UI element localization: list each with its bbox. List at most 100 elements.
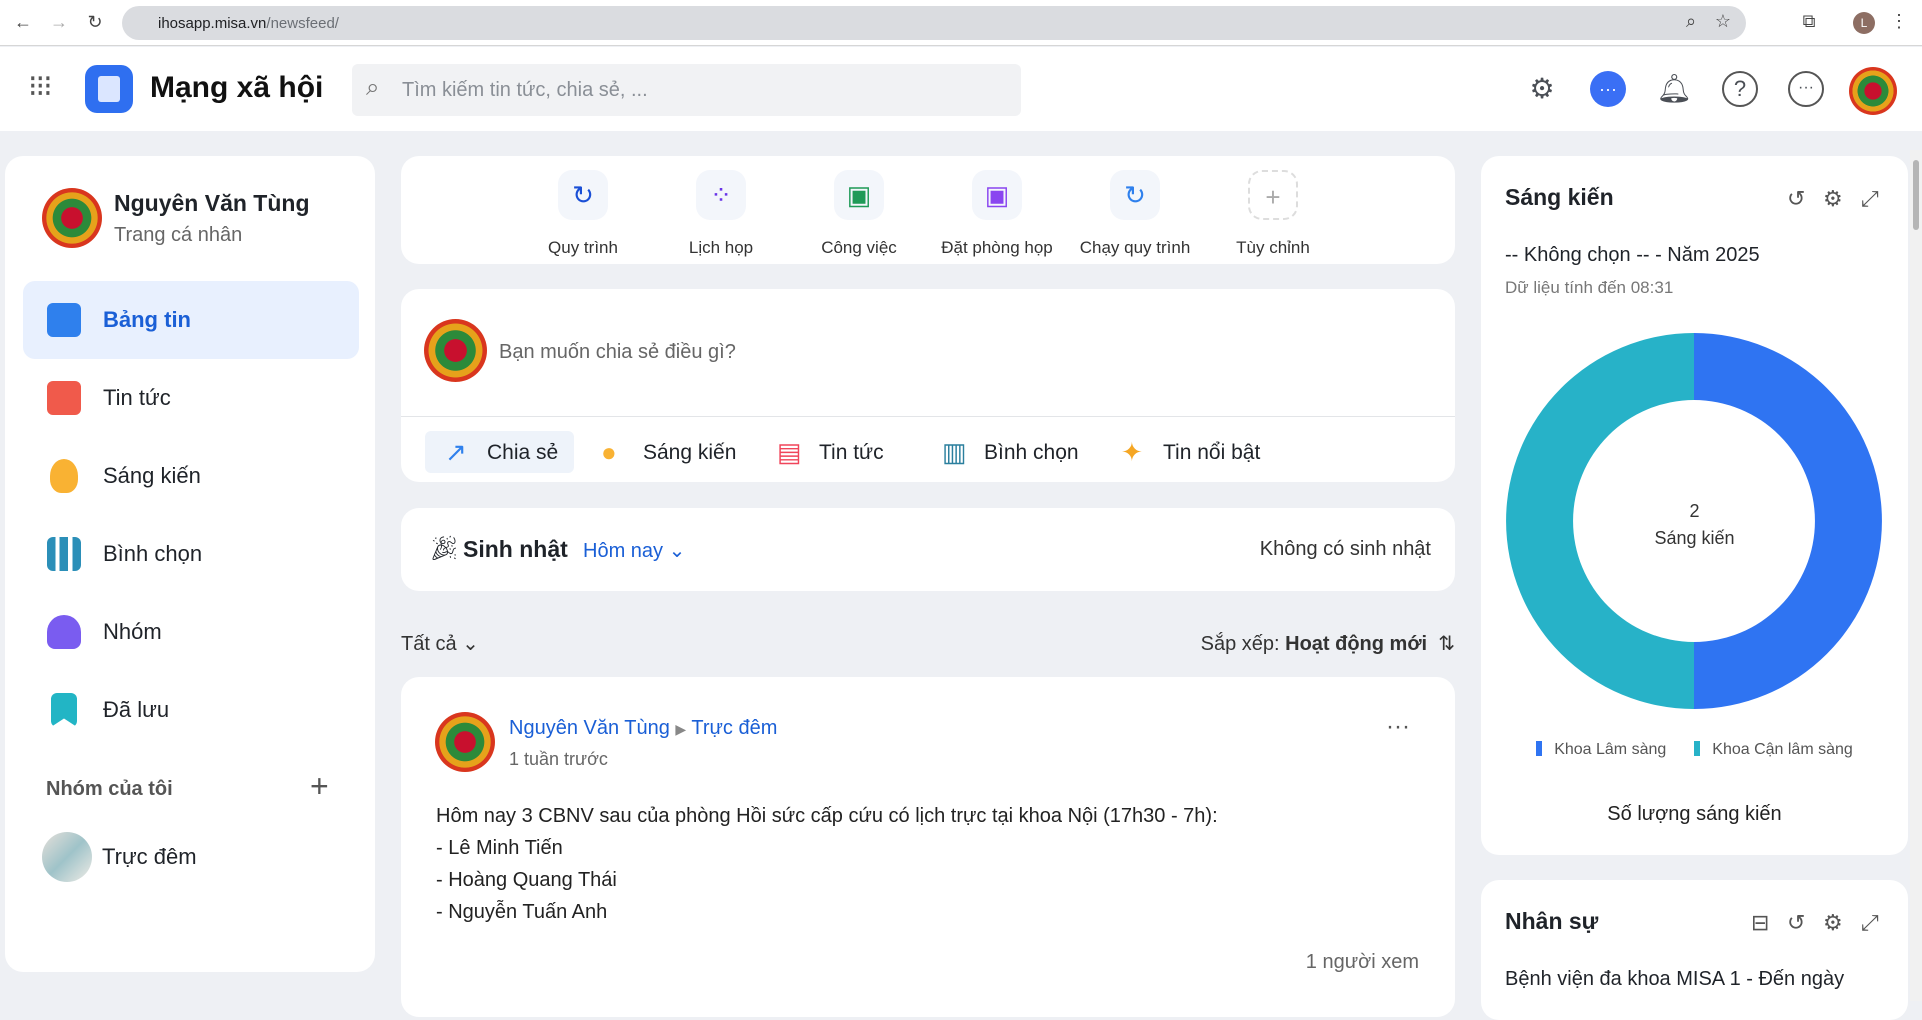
sort-value: Hoạt động mới	[1285, 633, 1428, 655]
profile-avatar[interactable]	[42, 188, 102, 248]
expand-icon[interactable]: ⤢	[1861, 186, 1879, 212]
composer-action-1[interactable]: ● Sáng kiến	[581, 431, 752, 473]
add-group-icon[interactable]: +	[310, 768, 329, 805]
chart-legend: Khoa Lâm sàng Khoa Cận lâm sàng	[1481, 741, 1908, 759]
reload-icon[interactable]: ↻	[84, 12, 106, 33]
action-icon: ▤	[777, 437, 802, 467]
refresh-icon[interactable]: ↺	[1787, 186, 1805, 212]
updated-time: Dữ liệu tính đến 08:31	[1505, 278, 1674, 297]
group-avatar[interactable]	[42, 832, 92, 882]
widget-subtitle: Bệnh viện đa khoa MISA 1 - Đến ngày	[1505, 968, 1845, 990]
legend-swatch	[1694, 741, 1701, 756]
menu-icon[interactable]: ⋮	[1888, 11, 1910, 32]
feed-filter[interactable]: Tất cả ⌄	[401, 631, 479, 656]
back-icon[interactable]: ←	[12, 12, 34, 33]
user-avatar[interactable]	[1849, 67, 1897, 115]
expand-icon[interactable]: ⤢	[1861, 910, 1879, 936]
main-feed: ↻ Quy trình ⁘ Lịch họp ▣ Công việc ▣ Đặt phòng …	[401, 156, 1455, 1017]
view-count[interactable]: 1 người xem	[1306, 951, 1419, 974]
label: Sáng kiến	[103, 463, 201, 488]
composer-action-0[interactable]: ↗ Chia sẻ	[425, 431, 575, 473]
group-link[interactable]: Trực đêm	[691, 717, 777, 739]
filter-label: Tất cả	[401, 633, 457, 655]
forward-icon[interactable]: →	[48, 12, 70, 33]
sort-icon: ⇅	[1438, 633, 1455, 655]
action-label: Tin tức	[819, 441, 884, 464]
shortcut-2[interactable]: ▣ Công việc	[789, 156, 929, 258]
widget-filter[interactable]: -- Không chọn -- - Năm 2025	[1505, 244, 1760, 267]
shortcut-label: Chạy quy trình	[1079, 238, 1191, 257]
shortcut-label: Đặt phòng họp	[941, 238, 1053, 257]
widget-title: Sáng kiến	[1505, 184, 1614, 210]
sidebar-item-nhom[interactable]: Nhóm	[23, 593, 359, 671]
legend-label: Khoa Cận lâm sàng	[1712, 741, 1853, 758]
sidebar-item-tin-tuc[interactable]: Tin tức	[23, 359, 359, 437]
bookmark-icon	[51, 693, 77, 727]
shortcut-icon: ▣	[972, 170, 1022, 220]
legend-item[interactable]: Khoa Lâm sàng	[1536, 741, 1666, 758]
shortcut-1[interactable]: ⁘ Lịch họp	[651, 156, 791, 258]
author-avatar[interactable]	[435, 712, 495, 772]
sort-control[interactable]: Sắp xếp: Hoạt động mới ⇅	[1201, 631, 1455, 656]
star-icon[interactable]: ☆	[1712, 11, 1734, 32]
shortcut-5[interactable]: + Tùy chỉnh	[1203, 156, 1343, 258]
shortcut-label: Công việc	[821, 238, 897, 257]
shortcut-label: Quy trình	[548, 238, 618, 257]
chevron-down-icon: ⌄	[462, 633, 479, 655]
more-options-icon[interactable]: ···	[1386, 713, 1410, 741]
profile-name[interactable]: Nguyên Văn Tùng	[114, 190, 310, 217]
post-time: 1 tuần trước	[509, 749, 608, 769]
group-item-truc-dem[interactable]: Trực đêm	[102, 844, 197, 870]
layout-icon[interactable]: ⊟	[1751, 910, 1769, 936]
composer-action-4[interactable]: ✦ Tin nổi bật	[1101, 431, 1276, 473]
url-path: /newsfeed/	[266, 15, 339, 32]
composer-input[interactable]: Bạn muốn chia sẻ điều gì?	[499, 341, 736, 364]
sidebar-item-da-luu[interactable]: Đã lưu	[23, 671, 359, 749]
filter-label: Hôm nay	[583, 540, 664, 562]
shortcut-4[interactable]: ↻ Chạy quy trình	[1065, 156, 1205, 258]
sidebar-item-binh-chon[interactable]: Bình chọn	[23, 515, 359, 593]
action-label: Chia sẻ	[487, 441, 559, 464]
shortcut-icon: ▣	[834, 170, 884, 220]
search-input[interactable]: ⌕ Tìm kiếm tin tức, chia sẻ, ...	[352, 64, 1021, 116]
bell-icon[interactable]: 🔔︎	[1656, 71, 1692, 107]
action-icon: ✦	[1121, 437, 1143, 467]
chevron-down-icon: ⌄	[668, 540, 686, 562]
user-avatar	[424, 319, 487, 382]
url-host: ihosapp.misa.vn	[158, 15, 267, 32]
page-scrollbar[interactable]	[1910, 150, 1922, 1001]
sidebar-item-sang-kien[interactable]: Sáng kiến	[23, 437, 359, 515]
legend-item[interactable]: Khoa Cận lâm sàng	[1694, 741, 1853, 758]
help-icon[interactable]: ?	[1722, 71, 1758, 107]
author-link[interactable]: Nguyên Văn Tùng	[509, 717, 670, 739]
action-icon: ●	[601, 437, 617, 467]
gear-icon[interactable]: ⚙	[1823, 186, 1843, 212]
post-header: Nguyên Văn Tùng ▶ Trực đêm	[509, 717, 777, 740]
profile-avatar[interactable]: L	[1853, 12, 1875, 34]
composer-action-3[interactable]: ▥ Bình chọn	[922, 431, 1095, 473]
extension-icon[interactable]: ⧉	[1798, 11, 1820, 32]
scrollbar-thumb[interactable]	[1913, 160, 1919, 230]
label: Bình chọn	[103, 541, 203, 566]
more-icon[interactable]: ···	[1788, 71, 1824, 107]
chart-icon	[47, 537, 81, 571]
shortcut-3[interactable]: ▣ Đặt phòng họp	[927, 156, 1067, 258]
profile-link[interactable]: Trang cá nhân	[114, 224, 242, 247]
composer-action-2[interactable]: ▤ Tin tức	[757, 431, 900, 473]
shortcut-icon: +	[1248, 170, 1298, 220]
chat-icon[interactable]: ···	[1590, 71, 1626, 107]
gear-icon[interactable]: ⚙	[1823, 910, 1843, 936]
address-bar[interactable]: ihosapp.misa.vn/newsfeed/	[122, 6, 1746, 40]
post-line: - Nguyễn Tuấn Anh	[436, 901, 608, 923]
gear-icon[interactable]: ⚙	[1524, 71, 1560, 107]
zoom-icon[interactable]: ⌕	[1680, 11, 1702, 32]
sidebar-item-bang-tin[interactable]: Bảng tin	[23, 281, 359, 359]
center-label: Sáng kiến	[1654, 528, 1735, 548]
refresh-icon[interactable]: ↺	[1787, 910, 1805, 936]
birthday-filter[interactable]: Hôm nay ⌄	[583, 538, 685, 563]
party-icon: 🎉︎	[429, 535, 460, 562]
apps-grid-icon[interactable]: ⁝⁝⁝	[28, 69, 53, 104]
search-placeholder: Tìm kiếm tin tức, chia sẻ, ...	[402, 79, 648, 101]
shortcut-0[interactable]: ↻ Quy trình	[513, 156, 653, 258]
sang-kien-widget: Sáng kiến ↺ ⚙ ⤢ -- Không chọn -- - Năm 2…	[1481, 156, 1908, 855]
